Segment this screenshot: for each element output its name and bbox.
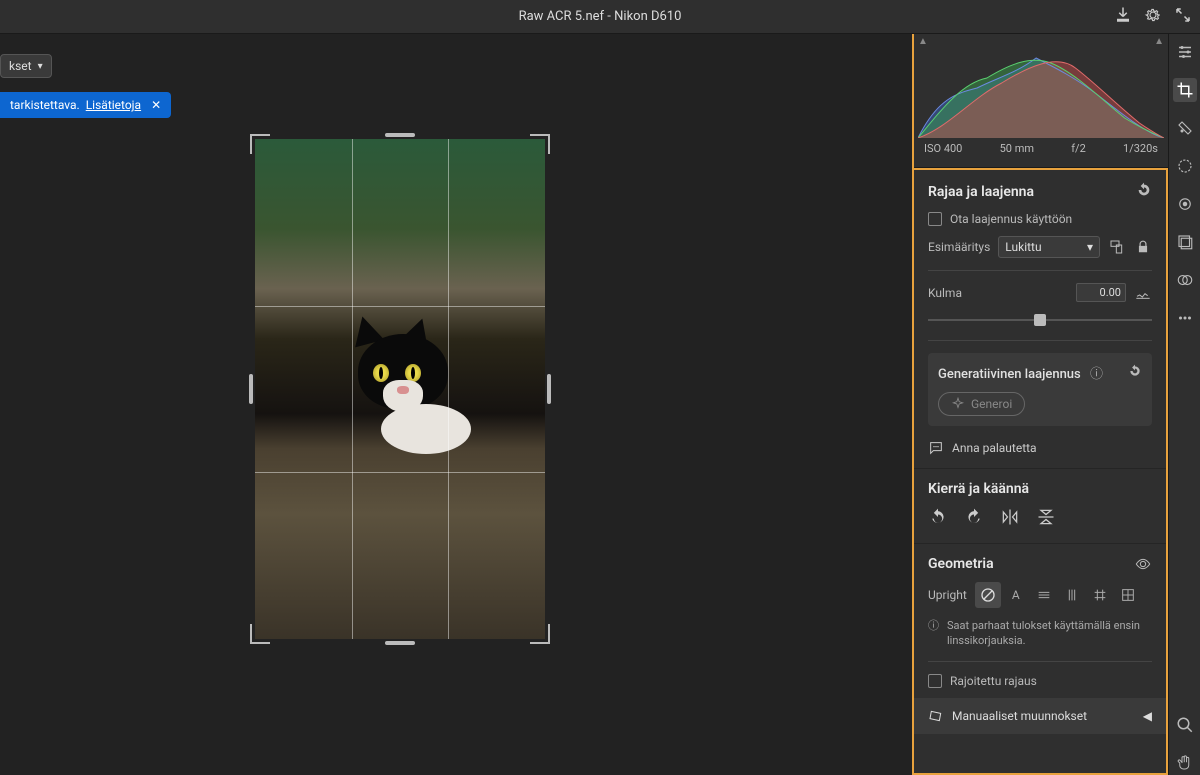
highlight-clip-icon[interactable]: ▲ [1154,36,1164,47]
redeye-icon[interactable] [1173,192,1197,216]
chevron-down-icon: ▾ [38,61,43,72]
lock-icon[interactable] [1134,240,1152,254]
constrain-crop-checkbox[interactable] [928,674,942,688]
fullscreen-icon[interactable] [1174,6,1192,28]
crop-handle-right[interactable] [547,374,551,404]
crop-handle-br[interactable] [530,624,550,644]
enable-expand-checkbox[interactable] [928,212,942,226]
crop-section: Rajaa ja laajenna Ota laajennus käyttöön… [914,170,1166,469]
upright-off-icon[interactable] [975,582,1001,608]
geometry-title: Geometria [928,556,994,572]
tool-strip [1168,34,1200,775]
angle-slider[interactable] [928,312,1152,328]
camera-model: Nikon D610 [614,9,681,24]
info-icon[interactable]: ⓘ [1090,367,1103,382]
angle-label: Kulma [928,286,962,300]
flip-horizontal-icon[interactable] [1000,507,1020,531]
document-title: Raw ACR 5.nef - Nikon D610 [519,9,682,24]
rotate-section: Kierrä ja käännä [914,469,1166,544]
enable-expand-label: Ota laajennus käyttöön [950,212,1072,226]
feedback-link[interactable]: Anna palautetta [928,440,1152,456]
generate-button[interactable]: Generoi [938,392,1025,416]
chevron-down-icon: ▾ [1087,240,1093,254]
histogram[interactable]: ▲ ▲ ISO 400 50 mm f/2 1/320s [914,34,1168,168]
upright-auto-icon[interactable]: A [1003,582,1029,608]
snapshots-icon[interactable] [1173,230,1197,254]
flip-vertical-icon[interactable] [1036,507,1056,531]
preset-chip[interactable]: kset ▾ [0,54,52,78]
download-icon[interactable] [1114,6,1132,28]
crop-handle-top[interactable] [385,133,415,137]
app-top-bar: Raw ACR 5.nef - Nikon D610 [0,0,1200,34]
iso-value: ISO 400 [924,142,962,155]
crop-handle-tl[interactable] [250,134,270,154]
manual-transforms-toggle[interactable]: Manuaaliset muunnokset ◀ [914,698,1166,734]
healing-icon[interactable] [1173,116,1197,140]
reset-icon[interactable] [1128,364,1142,382]
upright-full-icon[interactable] [1087,582,1113,608]
upright-label: Upright [928,588,967,602]
learn-more-link[interactable]: Lisätietoja [86,98,141,112]
shadow-clip-icon[interactable]: ▲ [918,36,928,47]
swap-orientation-icon[interactable] [1108,239,1126,255]
upright-guided-icon[interactable] [1115,582,1141,608]
presets-icon[interactable] [1173,268,1197,292]
info-banner: tarkistettava. Lisätietoja ✕ [0,92,171,118]
reset-icon[interactable] [1136,182,1152,202]
mask-icon[interactable] [1173,154,1197,178]
close-icon[interactable]: ✕ [151,98,161,112]
preset-select[interactable]: Lukittu ▾ [998,236,1100,258]
image-stage[interactable]: kset ▾ tarkistettava. Lisätietoja ✕ [0,34,912,775]
upright-vertical-icon[interactable] [1059,582,1085,608]
crop-handle-bl[interactable] [250,624,270,644]
crop-tool-icon[interactable] [1173,78,1197,102]
edit-sliders-icon[interactable] [1173,40,1197,64]
focal-value: 50 mm [1000,142,1034,155]
angle-input[interactable] [1076,283,1126,302]
rotate-title: Kierrä ja käännä [928,481,1029,497]
zoom-icon[interactable] [1173,713,1197,737]
file-name: Raw ACR 5.nef [519,9,605,24]
aperture-value: f/2 [1071,142,1086,155]
rotate-cw-icon[interactable] [964,507,984,531]
geometry-tip: Saat parhaat tulokset käyttämällä ensin … [947,618,1152,649]
right-panel: ▲ ▲ ISO 400 50 mm f/2 1/320s Rajaa ja la… [912,34,1168,775]
crop-frame[interactable] [250,134,550,644]
preset-label: Esimääritys [928,240,990,254]
hand-icon[interactable] [1173,751,1197,775]
generative-expand-box: Generatiivinen laajennus ⓘ Generoi [928,353,1152,426]
crop-handle-left[interactable] [249,374,253,404]
rotate-ccw-icon[interactable] [928,507,948,531]
more-icon[interactable] [1173,306,1197,330]
shutter-value: 1/320s [1123,142,1158,155]
straighten-icon[interactable] [1134,285,1152,301]
gear-icon[interactable] [1144,6,1162,28]
visibility-icon[interactable] [1134,556,1152,572]
preview-image [255,139,545,639]
geometry-section: Geometria Upright A ⓘ Saat parhaat t [914,544,1166,734]
crop-handle-tr[interactable] [530,134,550,154]
constrain-crop-label: Rajoitettu rajaus [950,674,1037,688]
gen-expand-title: Generatiivinen laajennus [938,367,1081,382]
crop-handle-bottom[interactable] [385,641,415,645]
crop-title: Rajaa ja laajenna [928,184,1034,200]
triangle-left-icon: ◀ [1143,709,1152,723]
info-icon: ⓘ [928,618,939,649]
upright-level-icon[interactable] [1031,582,1057,608]
